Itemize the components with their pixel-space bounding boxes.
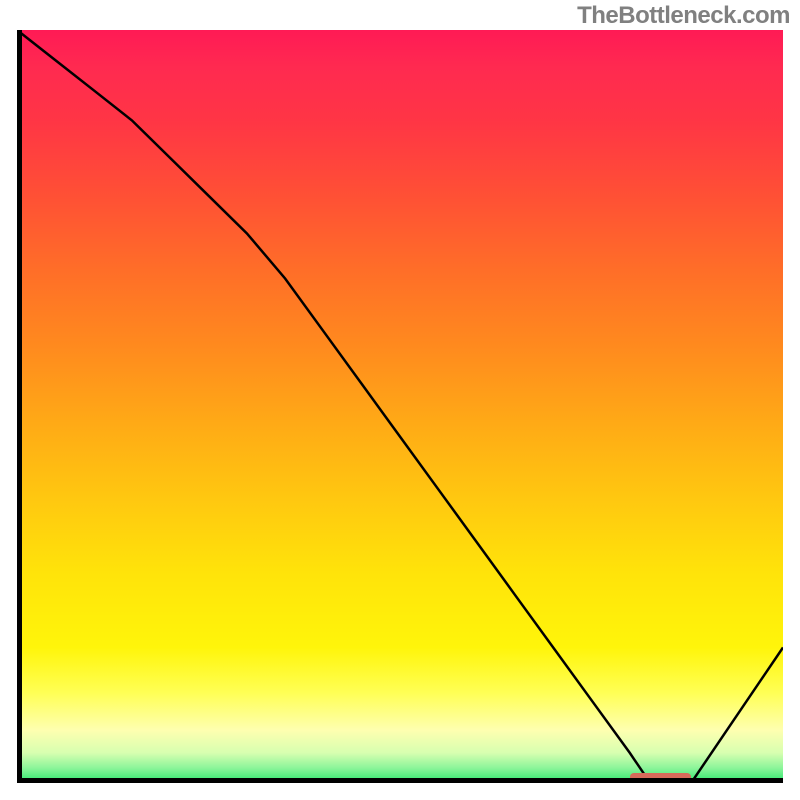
watermark-text: TheBottleneck.com — [577, 2, 790, 30]
plot-container — [17, 30, 783, 783]
bottleneck-curve — [17, 30, 783, 783]
y-axis — [17, 30, 22, 783]
x-axis — [17, 778, 783, 783]
